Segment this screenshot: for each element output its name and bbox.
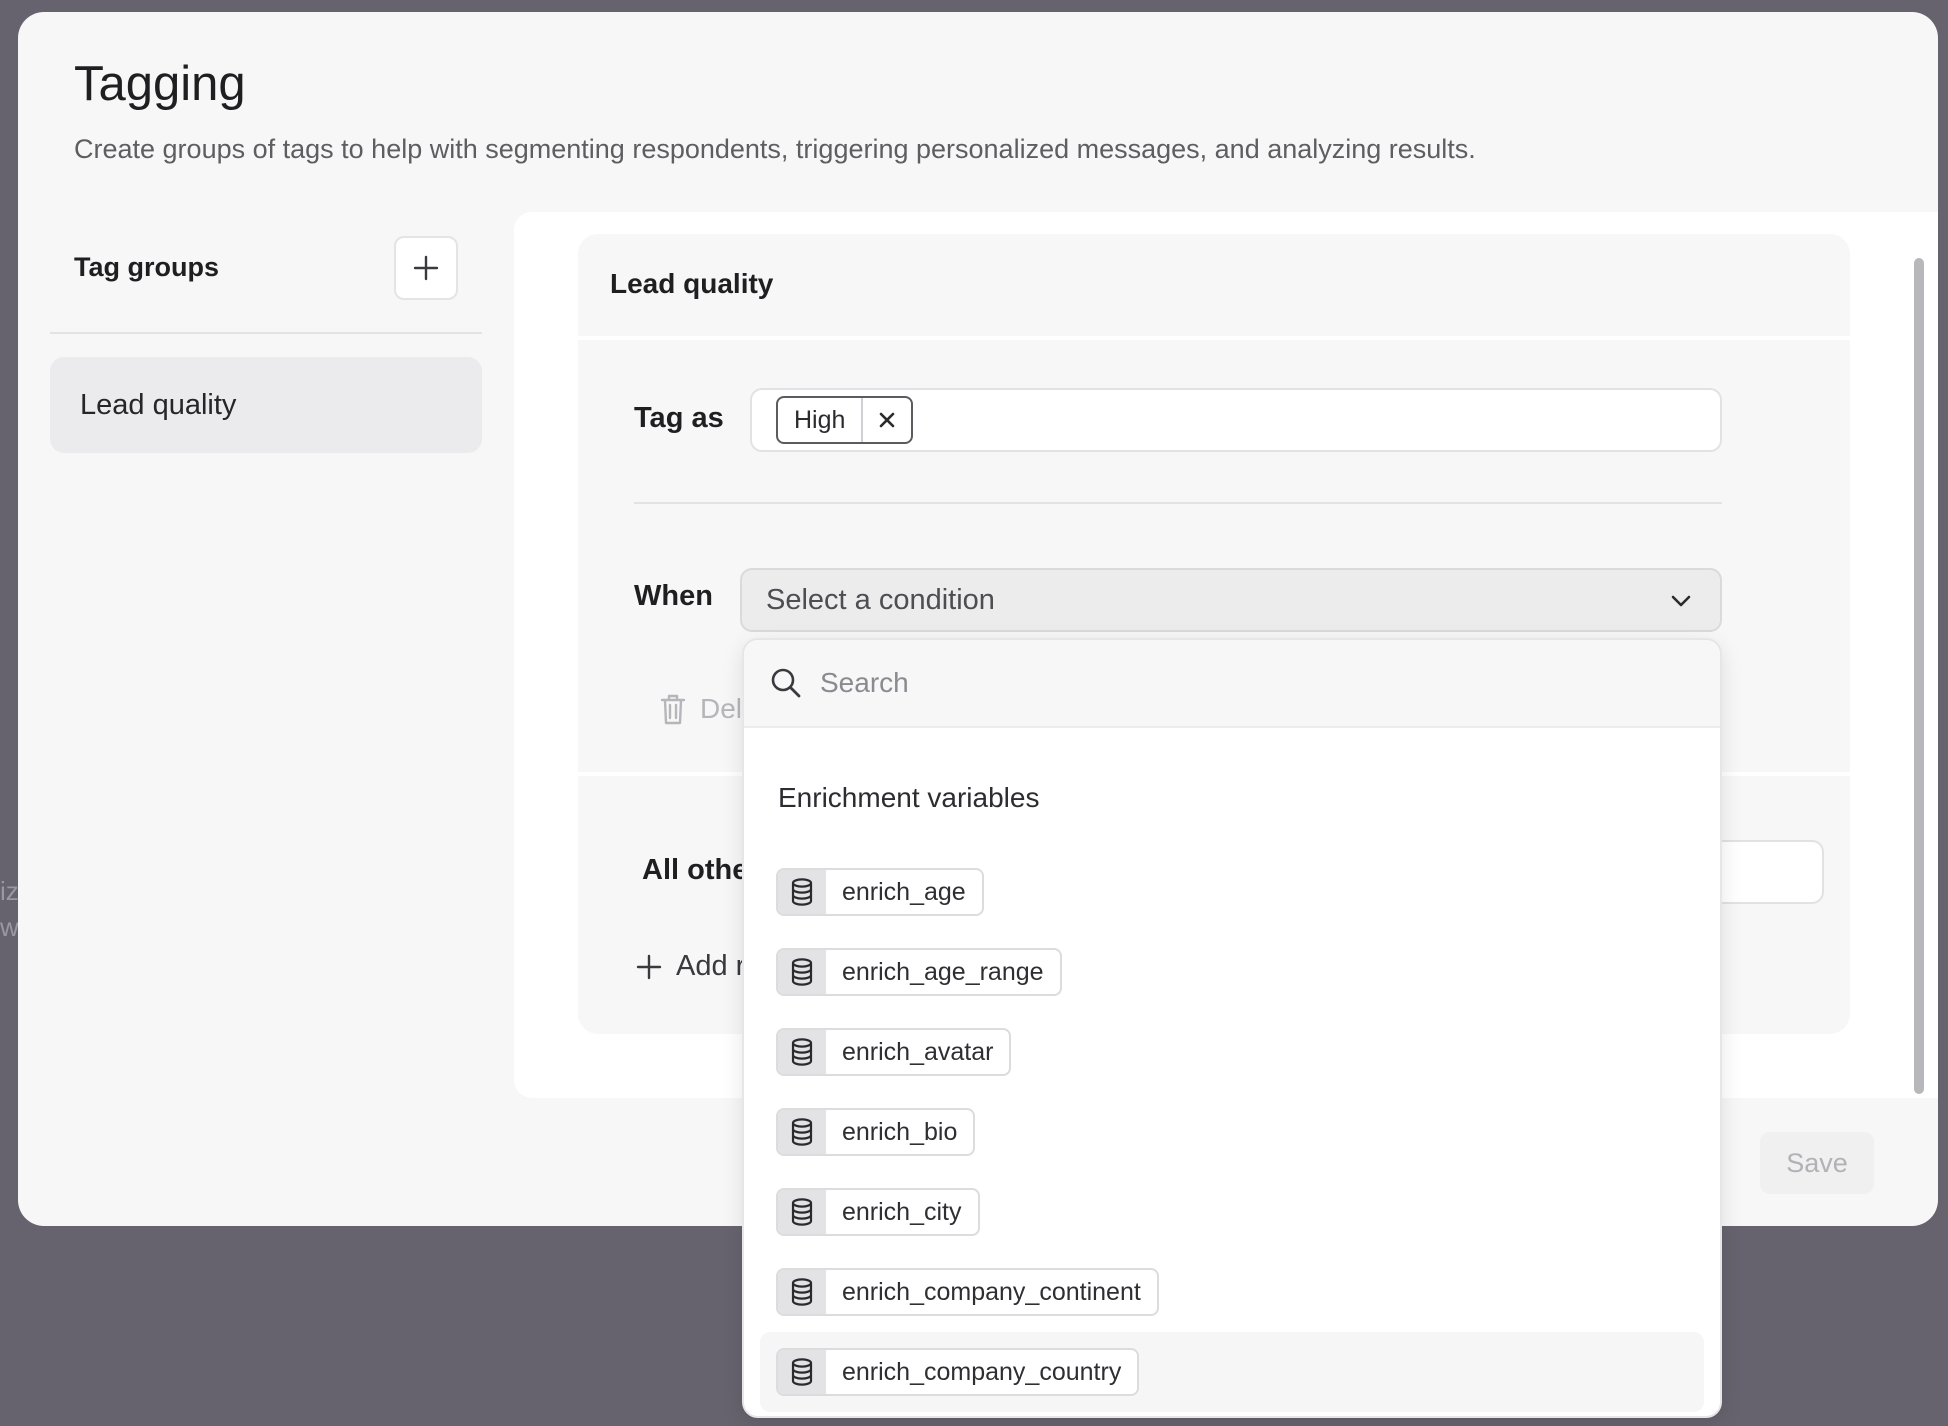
database-icon xyxy=(778,1350,826,1394)
database-icon xyxy=(778,1030,826,1074)
plus-icon xyxy=(636,954,662,979)
variable-option[interactable]: enrich_company_country xyxy=(760,1332,1704,1412)
search-input[interactable] xyxy=(820,667,1680,699)
database-icon xyxy=(778,1270,826,1314)
search-icon xyxy=(771,668,801,698)
variable-label: enrich_age xyxy=(842,877,966,906)
tag-as-label: Tag as xyxy=(634,402,724,434)
variable-option[interactable]: enrich_city xyxy=(760,1172,1704,1252)
all-others-tag-field[interactable] xyxy=(1714,840,1824,904)
add-tag-group-button[interactable] xyxy=(394,236,458,300)
delete-rule-button[interactable]: Del xyxy=(658,692,742,726)
variable-chip: enrich_avatar xyxy=(776,1028,1012,1076)
variable-option[interactable]: enrich_bio xyxy=(760,1092,1704,1172)
variable-label: enrich_age_range xyxy=(842,957,1044,986)
variable-chip: enrich_city xyxy=(776,1188,980,1236)
plus-icon xyxy=(413,255,439,281)
variable-option[interactable]: enrich_age_range xyxy=(760,932,1704,1012)
variable-chip: enrich_age_range xyxy=(776,948,1062,996)
variable-label: enrich_bio xyxy=(842,1117,958,1146)
chevron-down-icon xyxy=(1671,595,1691,607)
condition-dropdown: Enrichment variables enrich_ageenrich_ag… xyxy=(742,638,1722,1418)
variable-chip: enrich_company_continent xyxy=(776,1268,1159,1316)
divider xyxy=(50,332,482,334)
background-text: iz xyxy=(0,876,19,906)
tag-as-field[interactable]: High xyxy=(750,388,1722,452)
add-rule-button[interactable]: Add r xyxy=(636,950,745,983)
variable-label: enrich_avatar xyxy=(842,1037,994,1066)
tag-group-label: Lead quality xyxy=(80,388,237,421)
variable-label: enrich_company_continent xyxy=(842,1277,1141,1306)
save-button[interactable]: Save xyxy=(1760,1132,1874,1194)
trash-icon xyxy=(660,694,686,725)
close-icon xyxy=(880,412,895,428)
scrollbar[interactable] xyxy=(1914,258,1924,1094)
variable-chip: enrich_company_country xyxy=(776,1348,1140,1396)
tag-chip-label: High xyxy=(794,405,846,434)
delete-rule-label: Del xyxy=(700,693,743,724)
database-icon xyxy=(778,1110,826,1154)
divider xyxy=(578,336,1850,340)
when-label: When xyxy=(634,580,713,612)
remove-tag-button[interactable] xyxy=(861,398,911,442)
database-icon xyxy=(778,870,826,914)
card-title: Lead quality xyxy=(610,268,774,299)
dropdown-search xyxy=(744,640,1720,728)
section-title: Enrichment variables xyxy=(778,782,1040,813)
variable-label: enrich_company_country xyxy=(842,1357,1122,1386)
variable-option[interactable]: enrich_age xyxy=(760,852,1704,932)
page-title: Tagging xyxy=(74,57,246,111)
divider xyxy=(634,502,1722,504)
variable-option[interactable]: enrich_company_continent xyxy=(760,1252,1704,1332)
database-icon xyxy=(778,950,826,994)
tag-groups-header: Tag groups xyxy=(74,252,219,282)
variable-label: enrich_city xyxy=(842,1197,962,1226)
database-icon xyxy=(778,1190,826,1234)
add-rule-label: Add r xyxy=(676,950,746,982)
variable-chip: enrich_bio xyxy=(776,1108,976,1156)
variable-chip: enrich_age xyxy=(776,868,984,916)
variable-list: enrich_age enrich_age_range enrich_avatare… xyxy=(760,852,1704,1412)
condition-select-value: Select a condition xyxy=(766,583,995,616)
tag-group-item-lead-quality[interactable]: Lead quality xyxy=(50,357,482,453)
background-text: w xyxy=(0,912,19,942)
tag-chip: High xyxy=(776,396,914,444)
condition-select[interactable]: Select a condition xyxy=(740,568,1722,632)
variable-option[interactable]: enrich_avatar xyxy=(760,1012,1704,1092)
all-others-label: All othe xyxy=(642,854,749,886)
page-subtitle: Create groups of tags to help with segme… xyxy=(74,134,1476,164)
